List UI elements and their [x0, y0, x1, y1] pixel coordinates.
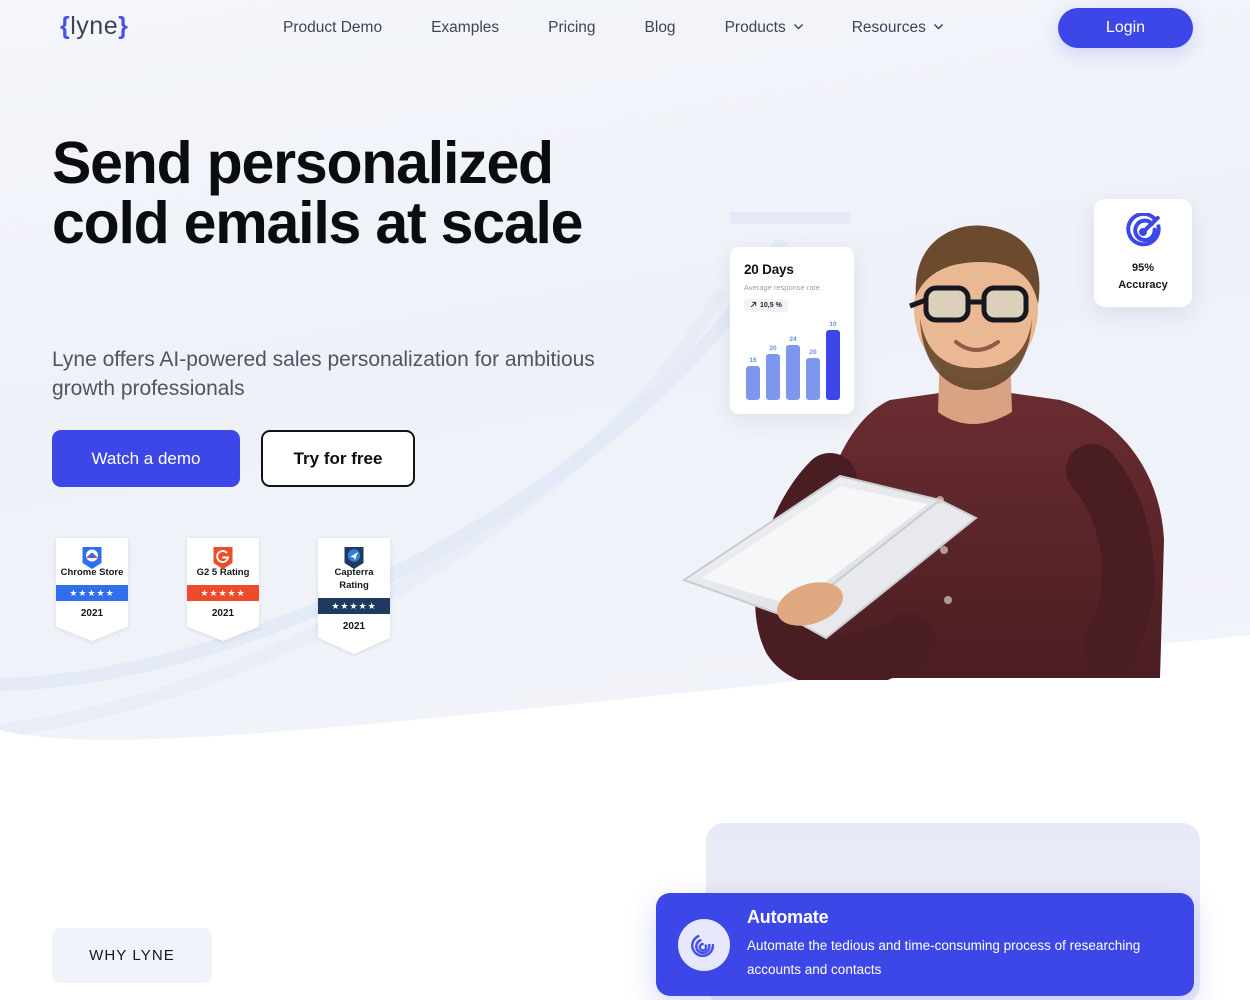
feature-text: Automate Automate the tedious and time-c… — [747, 907, 1174, 982]
nav-item-label: Blog — [644, 19, 676, 36]
trend-badge: 10,5 % — [744, 299, 788, 312]
bar — [766, 354, 780, 400]
nav-item-pricing[interactable]: Pricing — [548, 19, 595, 37]
capterra-icon — [344, 546, 365, 571]
logo[interactable]: {lyne} — [60, 12, 128, 41]
nav-item-label: Examples — [431, 19, 500, 36]
nav-item-blog[interactable]: Blog — [645, 19, 676, 37]
logo-text: lyne — [70, 12, 119, 40]
hero-cta-row: Watch a demo Try for free — [52, 430, 415, 487]
nav-item-label: Product Demo — [283, 19, 383, 36]
bar — [806, 358, 820, 400]
nav-item-product-demo[interactable]: Product Demo — [283, 19, 382, 37]
nav-item-label: Pricing — [548, 19, 596, 36]
feature-card-automate[interactable]: Automate Automate the tedious and time-c… — [656, 893, 1194, 996]
bar-value-label: 20 — [809, 349, 817, 356]
watch-demo-button[interactable]: Watch a demo — [52, 430, 240, 487]
bar — [786, 345, 800, 400]
page-title: Send personalized cold emails at scale — [52, 130, 583, 256]
feature-description: Automate the tedious and time-consuming … — [747, 938, 1141, 977]
bar-item: 20 — [806, 349, 820, 400]
spiral-icon — [678, 918, 730, 971]
nav-item-examples[interactable]: Examples — [431, 19, 499, 37]
g2-icon — [213, 546, 234, 571]
badge-chrome-store[interactable]: Chrome Store ★★★★★ 2021 — [56, 538, 128, 654]
bar-item: 10 — [826, 321, 840, 400]
hero-subtitle: Lyne offers AI-powered sales personaliza… — [52, 348, 595, 400]
stat-card-subtitle: Average response rate — [744, 283, 820, 292]
nav-item-products[interactable]: Products — [725, 19, 803, 37]
accuracy-label: Accuracy — [1118, 279, 1168, 291]
bar-highlighted — [826, 330, 840, 400]
logo-right-brace: } — [118, 12, 129, 40]
nav-item-label: Products — [724, 19, 786, 36]
chrome-store-icon — [82, 546, 103, 571]
navbar: {lyne} Product Demo Examples Pricing Blo… — [0, 0, 1250, 56]
badge-year: 2021 — [80, 608, 104, 619]
try-for-free-button[interactable]: Try for free — [261, 430, 415, 487]
accuracy-card: 95% Accuracy — [1094, 199, 1192, 307]
trend-value: 10,5 % — [760, 302, 782, 309]
bar-item: 20 — [766, 345, 780, 400]
badge-stars: ★★★★★ — [318, 598, 390, 614]
badge-capterra[interactable]: Capterra Rating ★★★★★ 2021 — [318, 538, 390, 654]
bar-item: 16 — [746, 357, 760, 400]
award-badges: Chrome Store ★★★★★ 2021 G2 5 Rating ★★★★… — [56, 538, 390, 654]
nav-item-label: Resources — [851, 19, 926, 36]
landing-page: {lyne} Product Demo Examples Pricing Blo… — [0, 0, 1250, 1000]
accuracy-value: 95% — [1131, 262, 1155, 274]
nav-item-resources[interactable]: Resources — [852, 19, 943, 37]
bar — [746, 366, 760, 400]
bar-chart: 16 20 24 20 10 — [746, 321, 842, 400]
chevron-down-icon — [793, 21, 803, 31]
nav-links: Product Demo Examples Pricing Blog Produ… — [283, 0, 943, 56]
badge-year: 2021 — [342, 621, 366, 632]
chevron-down-icon — [933, 21, 943, 31]
feature-title: Automate — [747, 907, 829, 927]
stat-chart-card: 20 Days Average response rate 10,5 % 16 … — [730, 247, 854, 414]
logo-left-brace: { — [60, 12, 71, 40]
arrow-up-right-icon — [750, 301, 757, 310]
bar-value-label: 20 — [769, 345, 777, 352]
bar-value-label: 16 — [749, 357, 757, 364]
target-icon — [1124, 211, 1162, 251]
badge-body: Chrome Store ★★★★★ 2021 — [56, 538, 128, 641]
stat-card-title: 20 Days — [744, 262, 794, 277]
bar-item: 24 — [786, 336, 800, 400]
badge-stars: ★★★★★ — [187, 585, 259, 601]
badge-year: 2021 — [211, 608, 235, 619]
bar-value-label: 10 — [829, 321, 837, 328]
badge-body: G2 5 Rating ★★★★★ 2021 — [187, 538, 259, 641]
why-lyne-pill: WHY LYNE — [52, 928, 212, 983]
bar-value-label: 24 — [789, 336, 797, 343]
badge-stars: ★★★★★ — [56, 585, 128, 601]
badge-g2[interactable]: G2 5 Rating ★★★★★ 2021 — [187, 538, 259, 654]
badge-body: Capterra Rating ★★★★★ 2021 — [318, 538, 390, 654]
login-button[interactable]: Login — [1058, 8, 1193, 48]
